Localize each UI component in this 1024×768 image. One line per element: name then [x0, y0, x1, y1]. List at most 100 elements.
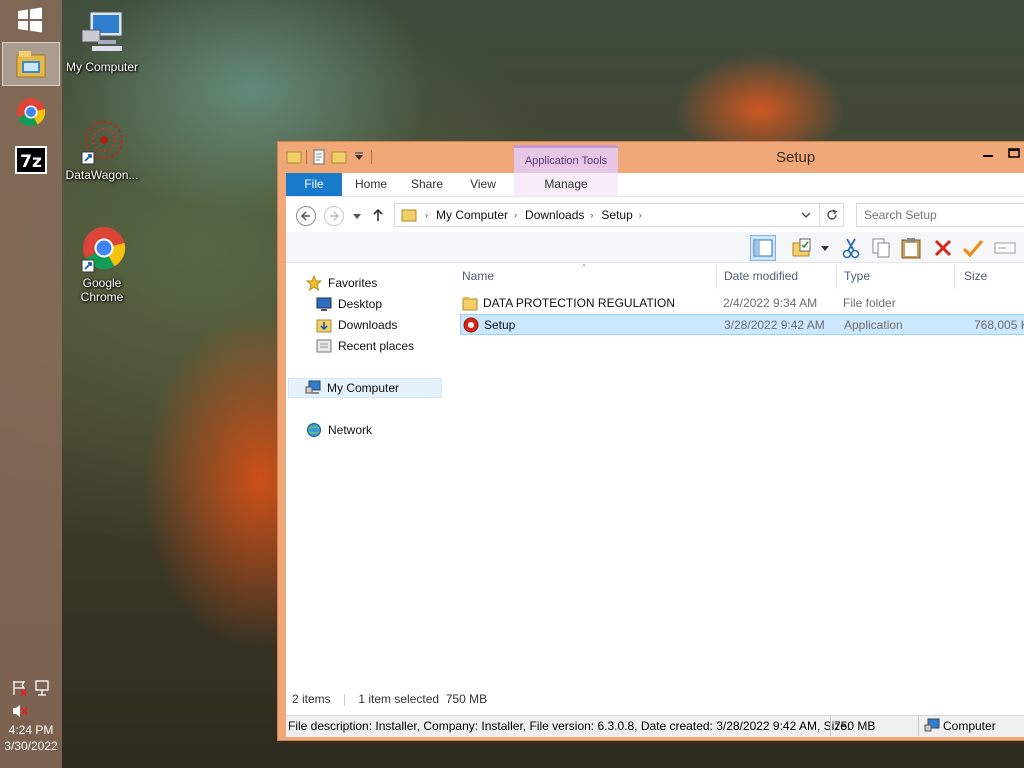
clock-date: 3/30/2022	[4, 739, 58, 753]
folder-icon	[462, 297, 478, 311]
column-header-size[interactable]: Size	[964, 269, 987, 283]
breadcrumb-separator-icon[interactable]: ›	[590, 210, 593, 220]
action-center-icon[interactable]	[12, 680, 28, 696]
delete-button[interactable]	[930, 235, 956, 261]
back-button[interactable]	[296, 206, 316, 226]
file-size-detail: 750 MB	[834, 719, 876, 733]
breadcrumb-my-computer[interactable]: My Computer	[436, 208, 508, 222]
recent-locations-chevron-icon[interactable]	[352, 212, 362, 220]
ribbon-tabs: File Home Share View Manage	[286, 173, 1024, 196]
clock-time: 4:24 PM	[8, 723, 54, 737]
window-title: Setup	[776, 149, 816, 166]
system-tray: 4:24 PM 3/30/2022	[0, 668, 62, 768]
selection-info: 1 item selected 750 MB	[358, 692, 488, 706]
tab-manage[interactable]: Manage	[514, 173, 618, 196]
properties-folder-button[interactable]	[790, 235, 816, 261]
cut-button[interactable]	[838, 235, 864, 261]
file-description: File description: Installer, Company: In…	[288, 719, 851, 733]
chrome-icon	[81, 227, 126, 273]
delete-x-icon	[934, 239, 952, 257]
breadcrumb-separator-icon[interactable]: ›	[425, 210, 428, 220]
scissors-icon	[842, 238, 860, 259]
preview-pane-button[interactable]	[750, 235, 776, 261]
nav-network[interactable]: Network	[306, 420, 372, 440]
7zip-icon: 7z	[15, 146, 47, 174]
chevron-down-icon[interactable]	[820, 244, 830, 252]
properties-icon[interactable]	[311, 149, 327, 165]
status-row: 2 items 1 item selected 750 MB	[292, 688, 1012, 710]
item-count: 2 items	[292, 692, 331, 706]
breadcrumb-setup[interactable]: Setup	[601, 208, 632, 222]
address-bar-row: › My Computer › Downloads › Setup ›	[286, 196, 1024, 232]
breadcrumb-separator-icon[interactable]: ›	[514, 210, 517, 220]
breadcrumb-downloads[interactable]: Downloads	[525, 208, 584, 222]
refresh-icon	[826, 209, 837, 220]
volume-muted-icon[interactable]	[12, 704, 28, 718]
tab-share[interactable]: Share	[402, 173, 452, 196]
breadcrumb-separator-icon[interactable]: ›	[639, 210, 642, 220]
nav-label: Recent places	[338, 339, 415, 353]
content-area: Favorites Desktop Downloads Recent place…	[286, 263, 1024, 715]
taskbar-7zip[interactable]: 7z	[2, 138, 60, 182]
maximize-icon	[1008, 148, 1020, 158]
up-arrow-icon[interactable]	[372, 208, 384, 222]
nav-my-computer[interactable]: My Computer	[288, 378, 442, 398]
file-name: DATA PROTECTION REGULATION	[483, 296, 676, 310]
paste-button[interactable]	[898, 235, 924, 261]
tab-home[interactable]: Home	[346, 173, 396, 196]
search-input[interactable]	[856, 203, 1024, 227]
title-bar[interactable]: Application Tools Setup	[278, 142, 1024, 173]
nav-label: Desktop	[338, 297, 383, 311]
minimize-button[interactable]	[978, 146, 998, 164]
desktop-icon-google-chrome[interactable]: Google Chrome	[62, 226, 142, 304]
network-icon[interactable]	[34, 680, 50, 696]
file-explorer-icon	[16, 51, 46, 78]
desktop-icon-my-computer[interactable]: My Computer	[62, 10, 142, 74]
file-list: ^ Name Date modified Type Size DATA PROT…	[454, 263, 1024, 715]
sort-indicator-icon: ^	[582, 263, 586, 272]
maximize-button[interactable]	[1004, 146, 1024, 164]
tab-view[interactable]: View	[458, 173, 508, 196]
nav-recent-places[interactable]: Recent places	[316, 336, 414, 356]
taskbar-file-explorer[interactable]	[2, 42, 60, 86]
refresh-button[interactable]	[820, 203, 844, 227]
taskbar-chrome[interactable]	[2, 90, 60, 134]
file-row[interactable]: DATA PROTECTION REGULATION 2/4/2022 9:34…	[460, 293, 1024, 314]
new-folder-icon[interactable]	[331, 149, 347, 165]
recent-places-icon	[316, 339, 332, 353]
desktop-icon-label: Google Chrome	[80, 276, 124, 304]
file-size: 768,005 KI	[974, 318, 1024, 332]
chevron-down-icon[interactable]	[801, 211, 811, 219]
column-header-type[interactable]: Type	[844, 269, 870, 283]
forward-button[interactable]	[324, 206, 344, 226]
setup-app-icon	[463, 317, 479, 333]
nav-label: Network	[328, 423, 373, 437]
nav-label: Favorites	[328, 276, 378, 290]
nav-desktop[interactable]: Desktop	[316, 294, 382, 314]
nav-downloads[interactable]: Downloads	[316, 315, 397, 335]
desktop-icon-datawagon[interactable]: DataWagon...	[62, 118, 142, 182]
folder-icon	[401, 209, 417, 222]
rename-button[interactable]	[960, 235, 986, 261]
nav-favorites[interactable]: Favorites	[306, 273, 377, 293]
column-header-date[interactable]: Date modified	[724, 269, 798, 283]
datawagon-icon	[81, 121, 123, 165]
svg-text:7z: 7z	[20, 152, 42, 172]
computer-icon	[81, 11, 123, 51]
start-button[interactable]	[14, 6, 46, 34]
file-date: 2/4/2022 9:34 AM	[723, 296, 818, 310]
application-tools-tab-group: Application Tools	[514, 145, 618, 173]
location-label: Computer	[943, 719, 996, 733]
new-item-button[interactable]	[992, 235, 1018, 261]
file-row[interactable]: Setup 3/28/2022 9:42 AM Application 768,…	[460, 314, 1024, 335]
tab-file[interactable]: File	[286, 173, 342, 196]
command-toolbar	[286, 232, 1024, 263]
clipboard-icon	[901, 238, 921, 259]
chevron-down-icon[interactable]	[351, 149, 367, 165]
copy-button[interactable]	[868, 235, 894, 261]
details-status-bar: File description: Installer, Company: In…	[286, 715, 1024, 737]
star-icon	[306, 275, 322, 291]
column-header-name[interactable]: Name	[462, 269, 494, 283]
address-field[interactable]: › My Computer › Downloads › Setup ›	[394, 203, 820, 227]
clock[interactable]: 4:24 PM 3/30/2022	[0, 722, 62, 754]
